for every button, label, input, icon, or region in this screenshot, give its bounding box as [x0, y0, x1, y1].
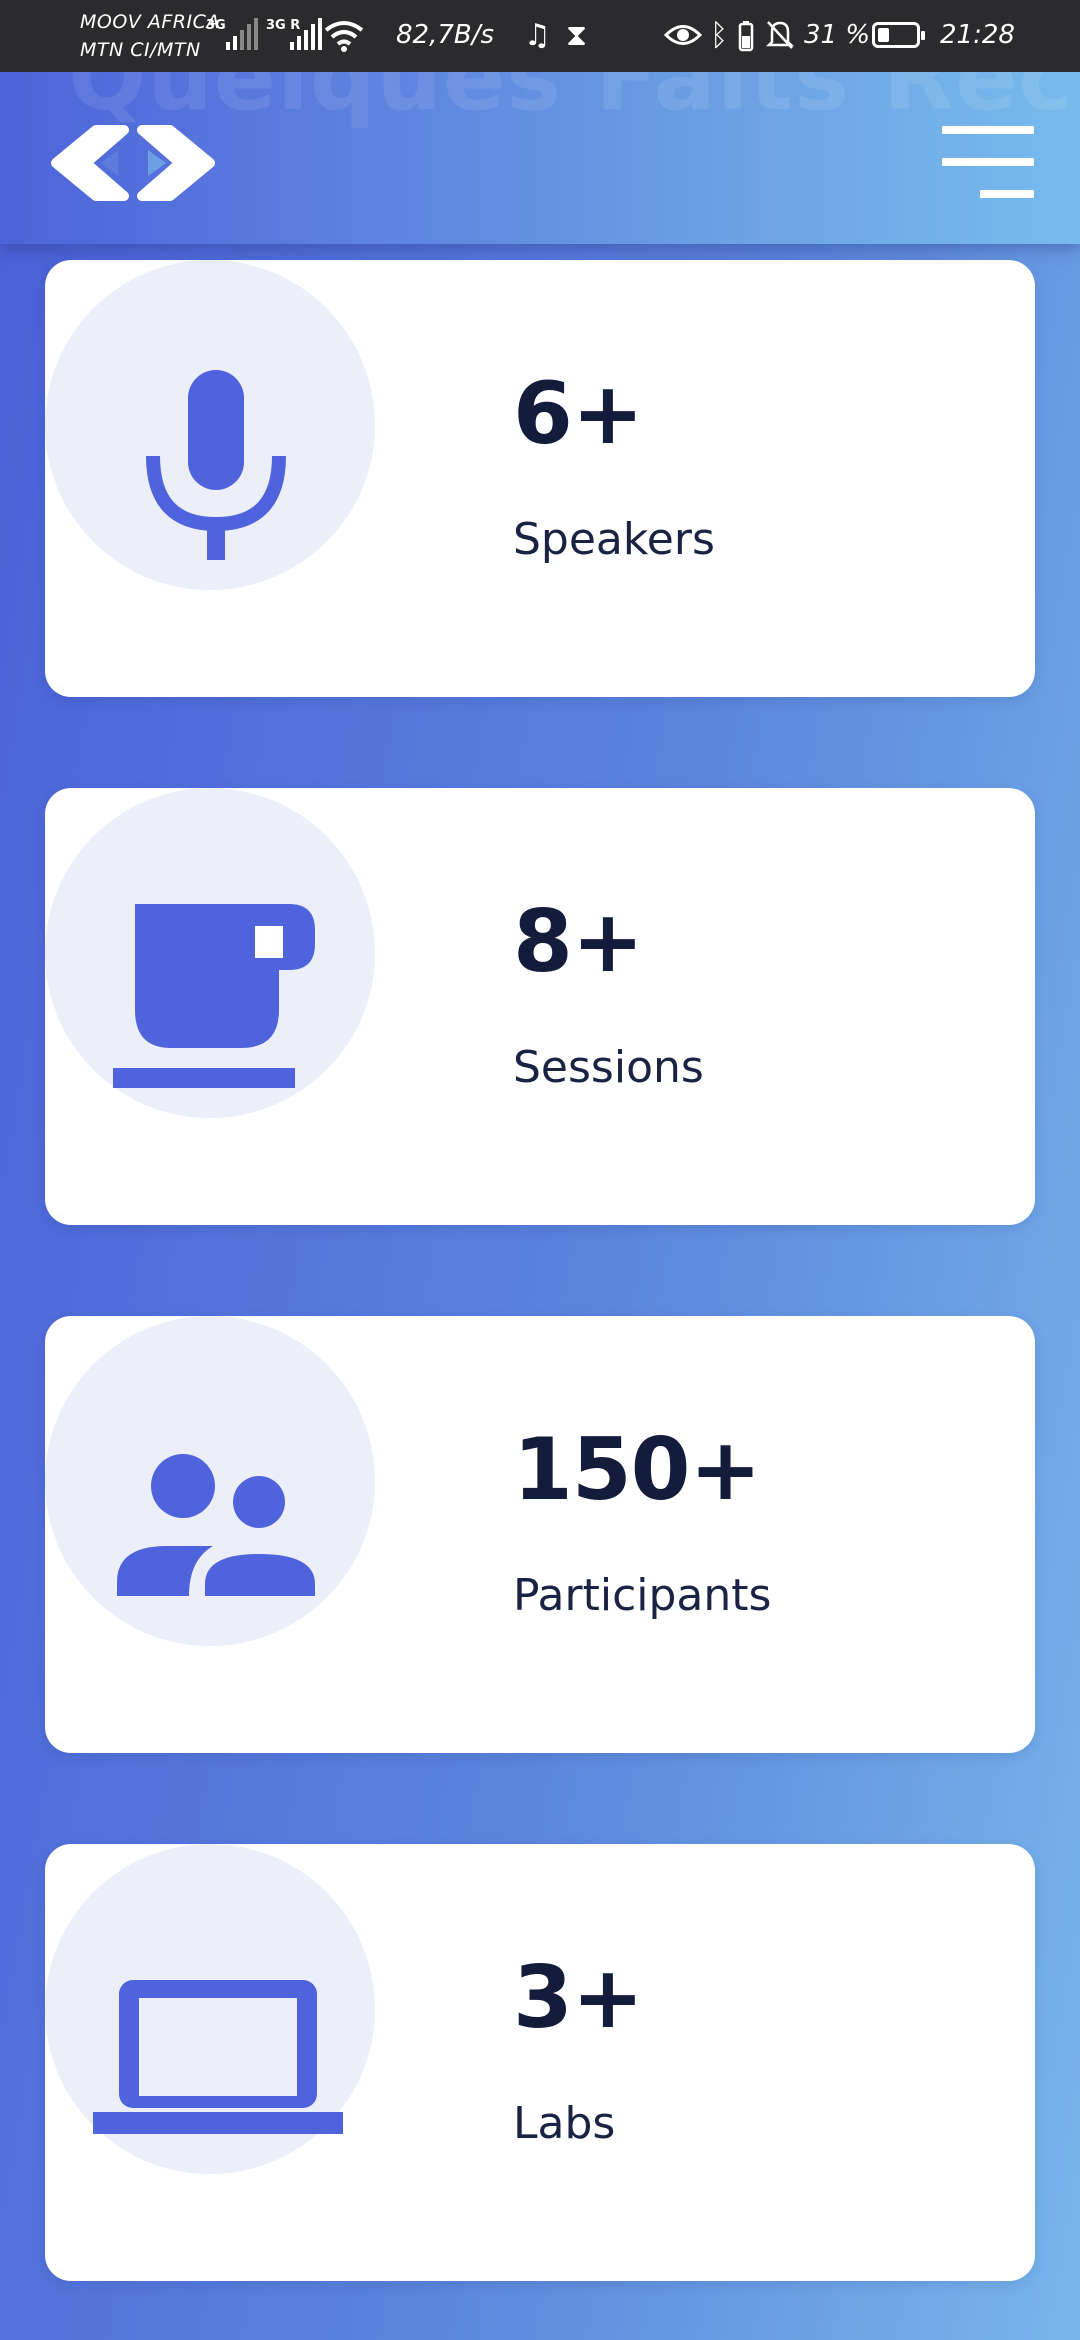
- coffee-cup-icon: [113, 904, 315, 1088]
- eye-icon: [664, 25, 702, 45]
- battery-level: [878, 28, 889, 42]
- stat-card-speakers: 6+ Speakers: [45, 260, 1035, 697]
- stat-value: 8+: [513, 892, 644, 992]
- carrier-names: MOOV AFRICA MTN CI/MTN: [80, 8, 220, 64]
- bell-muted-icon: [765, 21, 795, 49]
- music-note-icon: ♫: [524, 18, 551, 53]
- network-type-1: 3G: [206, 18, 226, 33]
- clock: 21:28: [940, 20, 1015, 50]
- people-icon: [117, 1454, 315, 1596]
- signal-2-icon: [290, 18, 322, 50]
- battery-percent: 31 %: [804, 20, 871, 50]
- stat-value: 150+: [513, 1420, 762, 1520]
- stat-value: 3+: [513, 1948, 644, 2048]
- laptop-icon: [93, 1980, 343, 2134]
- stat-label: Sessions: [513, 1042, 704, 1093]
- stat-label: Speakers: [513, 514, 715, 565]
- stat-card-labs: 3+ Labs: [45, 1844, 1035, 2281]
- battery-small-icon: [738, 21, 754, 52]
- signal-1-icon: [226, 18, 258, 50]
- network-speed: 82,7B/s: [396, 20, 495, 50]
- microphone-icon: [146, 370, 286, 560]
- stat-card-participants: 150+ Participants: [45, 1316, 1035, 1753]
- code-brackets-logo[interactable]: [48, 120, 218, 206]
- stat-value: 6+: [513, 364, 644, 464]
- background-heading: Quelques Faits Rec: [68, 72, 1074, 131]
- hamburger-menu-icon[interactable]: [938, 122, 1038, 202]
- wifi-icon: [324, 21, 364, 52]
- battery-icon: [872, 22, 925, 48]
- bluetooth-icon: ᛒ: [710, 18, 728, 53]
- stat-label: Participants: [513, 1570, 772, 1621]
- carrier-2: MTN CI/MTN: [80, 39, 201, 61]
- stat-card-sessions: 8+ Sessions: [45, 788, 1035, 1225]
- site-header: Quelques Faits Rec: [0, 72, 1080, 244]
- carrier-1: MOOV AFRICA: [80, 11, 220, 33]
- hourglass-icon: ⧗: [566, 18, 588, 53]
- stat-label: Labs: [513, 2098, 616, 2149]
- status-bar: MOOV AFRICA MTN CI/MTN 3G 3G R 82,7B/s ♫…: [0, 0, 1080, 72]
